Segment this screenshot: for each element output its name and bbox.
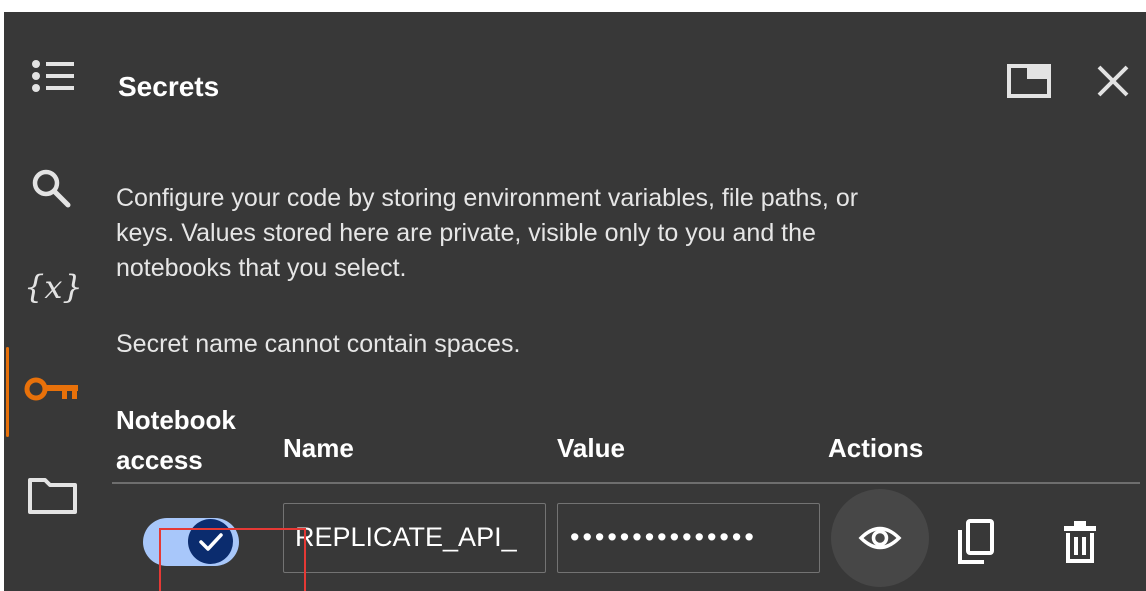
header-notebook-access-line2: access — [116, 445, 203, 475]
description-line-1: Configure your code by storing environme… — [116, 184, 859, 212]
close-icon — [1097, 65, 1129, 97]
description-line-3: notebooks that you select. — [116, 254, 407, 282]
header-name: Name — [283, 433, 354, 463]
active-tab-indicator — [6, 347, 9, 437]
variables-icon[interactable]: {x} — [20, 262, 90, 312]
secrets-panel: {x} Secrets Configure your code by stori… — [0, 12, 1146, 591]
dock-button[interactable] — [1000, 52, 1060, 112]
header-actions: Actions — [828, 433, 924, 463]
panel-title: Secrets — [118, 71, 220, 102]
copy-icon — [958, 519, 994, 564]
close-button[interactable] — [1088, 56, 1138, 106]
name-hint: Secret name cannot contain spaces. — [116, 330, 521, 358]
secret-name-input[interactable]: REPLICATE_API_ — [283, 503, 546, 573]
eye-icon — [858, 526, 902, 550]
copy-button[interactable] — [946, 512, 1006, 572]
secret-value-input[interactable]: ••••••••••••••• — [557, 503, 820, 573]
folder-icon[interactable] — [27, 474, 79, 516]
delete-button[interactable] — [1050, 512, 1110, 572]
svg-text:{x}: {x} — [24, 268, 83, 306]
key-icon[interactable] — [24, 374, 82, 404]
search-icon[interactable] — [30, 167, 74, 211]
delete-icon — [1064, 521, 1096, 563]
toggle-visibility-button[interactable] — [831, 489, 929, 587]
header-notebook-access-line1: Notebook — [116, 405, 236, 435]
description-line-2: keys. Values stored here are private, vi… — [116, 219, 816, 247]
header-value: Value — [557, 433, 625, 463]
dock-window-icon — [1007, 64, 1051, 98]
left-border — [0, 12, 4, 591]
checkmark-icon — [198, 532, 223, 551]
table-of-contents-icon[interactable] — [28, 56, 78, 96]
toggle-thumb[interactable] — [188, 519, 233, 564]
header-divider — [112, 482, 1140, 484]
